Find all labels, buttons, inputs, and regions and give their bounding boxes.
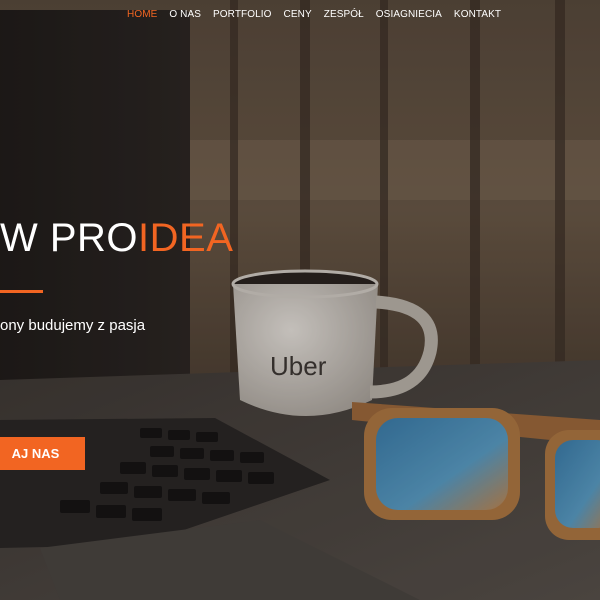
nav-item-o-nas[interactable]: O NAS (169, 9, 201, 20)
cta-button-label: AJ NAS (11, 446, 60, 461)
cta-contact-button[interactable]: AJ NAS (0, 437, 85, 470)
hero-title-plain: W PRO (0, 216, 139, 260)
nav-item-osiagniecia[interactable]: OSIAGNIECIA (376, 9, 442, 20)
nav-item-home[interactable]: HOME (127, 9, 157, 20)
title-underline-divider (0, 290, 43, 293)
hero-dark-overlay (0, 0, 600, 600)
nav-item-portfolio[interactable]: PORTFOLIO (213, 9, 272, 20)
hero-subtitle: ony budujemy z pasja (0, 317, 146, 334)
nav-item-zespol[interactable]: ZESPÓŁ (324, 9, 364, 20)
nav-item-kontakt[interactable]: KONTAKT (454, 9, 501, 20)
hero-title-accent: IDEA (138, 216, 234, 260)
hero-title: W PROIDEA (0, 215, 233, 261)
main-navbar: HOME O NAS PORTFOLIO CENY ZESPÓŁ OSIAGNI… (0, 0, 600, 28)
nav-item-ceny[interactable]: CENY (284, 9, 312, 20)
hero-section: Uber HOME O NAS PORTFOLIO CENY ZESPÓŁ OS… (0, 0, 600, 600)
